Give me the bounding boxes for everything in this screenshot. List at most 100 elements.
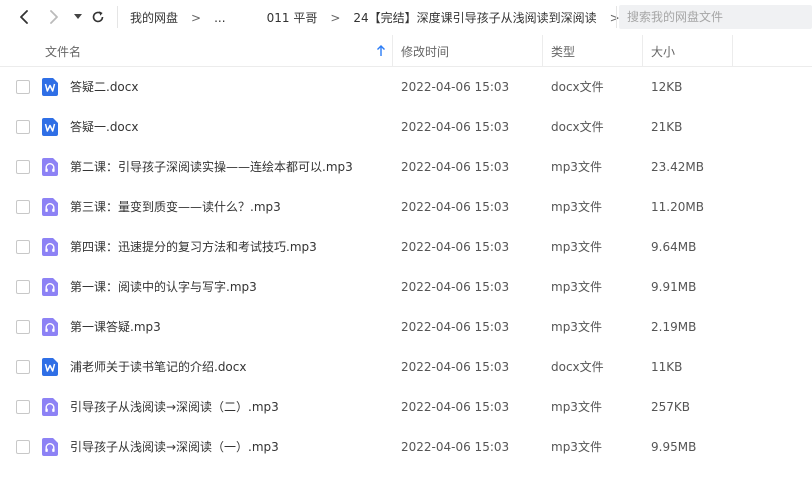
row-checkbox[interactable] xyxy=(16,280,30,294)
divider xyxy=(616,6,617,28)
file-modified: 2022-04-06 15:03 xyxy=(401,120,510,134)
column-header-size[interactable]: 大小 xyxy=(651,35,675,67)
file-type: mp3文件 xyxy=(551,240,602,254)
arrow-up-icon[interactable] xyxy=(376,45,386,57)
file-row[interactable]: 引导孩子从浅阅读→深阅读（一）.mp3 2022-04-06 15:03 mp3… xyxy=(0,427,812,467)
file-name[interactable]: 第一课答疑.mp3 xyxy=(70,307,161,347)
file-name[interactable]: 引导孩子从浅阅读→深阅读（一）.mp3 xyxy=(70,427,279,467)
breadcrumb: 我的网盘 > ... > 011 平哥 > 24【完结】深度课引导孩子从浅阅读到… xyxy=(130,0,633,35)
top-nav-bar: 我的网盘 > ... > 011 平哥 > 24【完结】深度课引导孩子从浅阅读到… xyxy=(0,0,812,35)
row-checkbox[interactable] xyxy=(16,160,30,174)
file-size: 9.95MB xyxy=(651,440,697,454)
file-modified: 2022-04-06 15:03 xyxy=(401,440,510,454)
file-type: mp3文件 xyxy=(551,440,602,454)
file-row[interactable]: 第二课：引导孩子深阅读实操——连绘本都可以.mp3 2022-04-06 15:… xyxy=(0,147,812,187)
refresh-icon xyxy=(92,11,104,23)
file-name[interactable]: 第二课：引导孩子深阅读实操——连绘本都可以.mp3 xyxy=(70,147,353,187)
file-name[interactable]: 第一课：阅读中的认字与写字.mp3 xyxy=(70,267,257,307)
file-type: docx文件 xyxy=(551,80,604,94)
breadcrumb-item-current[interactable]: 24【完结】深度课引导孩子从浅阅读到深阅读 xyxy=(353,9,596,26)
file-row[interactable]: 第一课：阅读中的认字与写字.mp3 2022-04-06 15:03 mp3文件… xyxy=(0,267,812,307)
forward-button[interactable] xyxy=(44,7,64,27)
refresh-button[interactable] xyxy=(88,7,108,27)
chevron-right-icon xyxy=(50,10,58,24)
file-modified: 2022-04-06 15:03 xyxy=(401,240,510,254)
row-checkbox[interactable] xyxy=(16,120,30,134)
column-divider[interactable] xyxy=(732,35,733,67)
file-row[interactable]: 第四课：迅速提分的复习方法和考试技巧.mp3 2022-04-06 15:03 … xyxy=(0,227,812,267)
file-size: 21KB xyxy=(651,120,683,134)
column-header-name[interactable]: 文件名 xyxy=(45,35,81,67)
file-size: 257KB xyxy=(651,400,691,414)
file-modified: 2022-04-06 15:03 xyxy=(401,400,510,414)
file-type: mp3文件 xyxy=(551,160,602,174)
file-modified: 2022-04-06 15:03 xyxy=(401,280,510,294)
breadcrumb-separator: > xyxy=(330,10,341,25)
row-checkbox[interactable] xyxy=(16,360,30,374)
file-type: mp3文件 xyxy=(551,200,602,214)
row-checkbox[interactable] xyxy=(16,400,30,414)
word-doc-icon xyxy=(42,78,58,96)
history-dropdown-button[interactable] xyxy=(68,7,88,27)
file-modified: 2022-04-06 15:03 xyxy=(401,160,510,174)
divider xyxy=(117,6,118,28)
file-row[interactable]: 第三课：量变到质变——读什么？.mp3 2022-04-06 15:03 mp3… xyxy=(0,187,812,227)
file-size: 11.20MB xyxy=(651,200,704,214)
file-name[interactable]: 第三课：量变到质变——读什么？.mp3 xyxy=(70,187,281,227)
row-checkbox[interactable] xyxy=(16,80,30,94)
file-type: mp3文件 xyxy=(551,400,602,414)
file-size: 9.64MB xyxy=(651,240,697,254)
word-doc-icon xyxy=(42,358,58,376)
row-checkbox[interactable] xyxy=(16,440,30,454)
row-checkbox[interactable] xyxy=(16,200,30,214)
column-divider[interactable] xyxy=(542,35,543,67)
file-name[interactable]: 引导孩子从浅阅读→深阅读（二）.mp3 xyxy=(70,387,279,427)
search-box[interactable] xyxy=(619,5,812,29)
file-size: 12KB xyxy=(651,80,683,94)
file-name[interactable]: 浦老师关于读书笔记的介绍.docx xyxy=(70,347,246,387)
file-row[interactable]: 第一课答疑.mp3 2022-04-06 15:03 mp3文件 2.19MB xyxy=(0,307,812,347)
caret-down-icon xyxy=(74,14,82,19)
column-header-type[interactable]: 类型 xyxy=(551,35,575,67)
audio-file-icon xyxy=(42,278,58,296)
file-name[interactable]: 答疑二.docx xyxy=(70,67,138,107)
file-modified: 2022-04-06 15:03 xyxy=(401,80,510,94)
file-modified: 2022-04-06 15:03 xyxy=(401,320,510,334)
file-size: 2.19MB xyxy=(651,320,697,334)
column-divider[interactable] xyxy=(392,35,393,67)
file-row[interactable]: 答疑二.docx 2022-04-06 15:03 docx文件 12KB xyxy=(0,67,812,107)
audio-file-icon xyxy=(42,398,58,416)
column-header-modified[interactable]: 修改时间 xyxy=(401,35,449,67)
file-type: docx文件 xyxy=(551,360,604,374)
file-name[interactable]: 答疑一.docx xyxy=(70,107,138,147)
breadcrumb-item-folder[interactable]: 011 平哥 xyxy=(267,9,318,26)
row-checkbox[interactable] xyxy=(16,240,30,254)
file-row[interactable]: 浦老师关于读书笔记的介绍.docx 2022-04-06 15:03 docx文… xyxy=(0,347,812,387)
file-size: 23.42MB xyxy=(651,160,704,174)
breadcrumb-item-ellipsis[interactable]: ... xyxy=(214,11,225,25)
file-size: 11KB xyxy=(651,360,683,374)
audio-file-icon xyxy=(42,238,58,256)
file-type: docx文件 xyxy=(551,120,604,134)
file-type: mp3文件 xyxy=(551,320,602,334)
back-button[interactable] xyxy=(14,7,34,27)
file-type: mp3文件 xyxy=(551,280,602,294)
breadcrumb-separator: > xyxy=(191,10,202,25)
breadcrumb-item-root[interactable]: 我的网盘 xyxy=(130,9,178,26)
file-row[interactable]: 答疑一.docx 2022-04-06 15:03 docx文件 21KB xyxy=(0,107,812,147)
audio-file-icon xyxy=(42,158,58,176)
chevron-left-icon xyxy=(20,10,28,24)
row-checkbox[interactable] xyxy=(16,320,30,334)
column-divider[interactable] xyxy=(642,35,643,67)
file-size: 9.91MB xyxy=(651,280,697,294)
word-doc-icon xyxy=(42,118,58,136)
file-modified: 2022-04-06 15:03 xyxy=(401,200,510,214)
file-modified: 2022-04-06 15:03 xyxy=(401,360,510,374)
search-input[interactable] xyxy=(619,5,812,29)
audio-file-icon xyxy=(42,438,58,456)
audio-file-icon xyxy=(42,198,58,216)
audio-file-icon xyxy=(42,318,58,336)
file-row[interactable]: 引导孩子从浅阅读→深阅读（二）.mp3 2022-04-06 15:03 mp3… xyxy=(0,387,812,427)
file-table-header: 文件名 修改时间 类型 大小 xyxy=(0,35,812,67)
file-name[interactable]: 第四课：迅速提分的复习方法和考试技巧.mp3 xyxy=(70,227,317,267)
